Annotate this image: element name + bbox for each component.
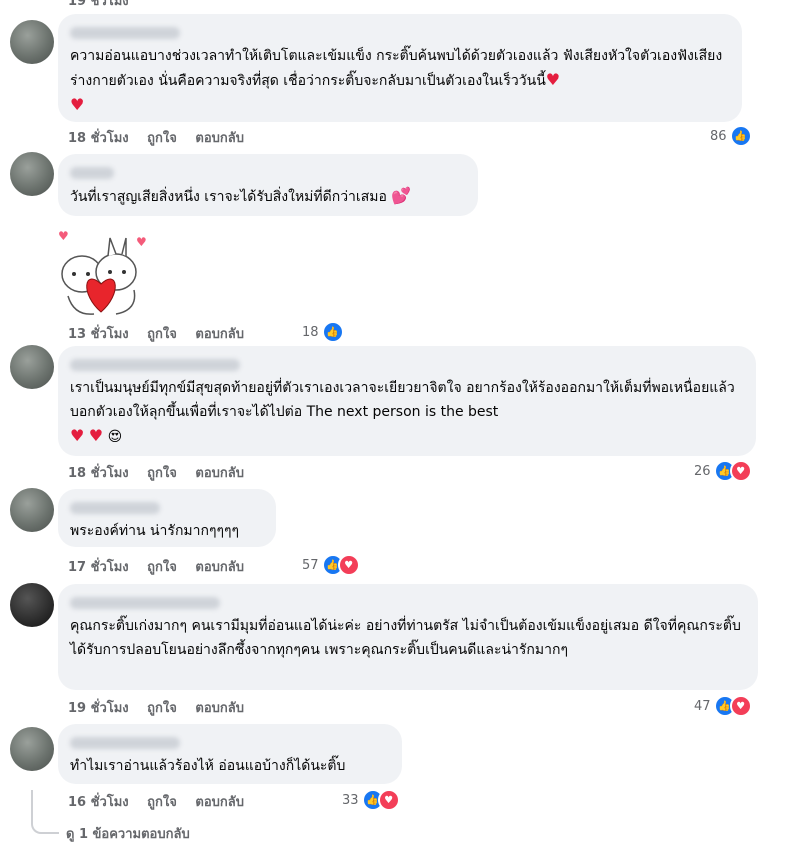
reaction-summary[interactable]: 33 👍 ♥ (342, 789, 400, 811)
comment-bubble: คุณกระติ๊บเก่งมากๆ คนเรามีมุมที่อ่อนแอได… (58, 584, 758, 690)
reply-button[interactable]: ตอบกลับ (195, 560, 244, 575)
like-button[interactable]: ถูกใจ (147, 560, 177, 575)
comment-text: ความอ่อนแอบางช่วงเวลาทำให้เติบโตและเข้มแ… (70, 48, 723, 114)
svg-text:♥: ♥ (58, 229, 69, 243)
love-reaction-icon: ♥ (729, 460, 752, 482)
view-replies-link[interactable]: ดู 1 ข้อความตอบกลับ (66, 823, 190, 844)
timestamp[interactable]: 13 ชั่วโมง (68, 327, 129, 342)
like-button[interactable]: ถูกใจ (147, 327, 177, 342)
comment-actions: 16 ชั่วโมง ถูกใจ ตอบกลับ (68, 791, 258, 812)
svg-text:♥: ♥ (136, 235, 147, 249)
timestamp[interactable]: 19 ชั่วโมง (68, 701, 129, 716)
bunny-heart-sticker: ♥ ♥ (58, 229, 147, 315)
reaction-summary[interactable]: 26 👍 ♥ (694, 460, 752, 482)
avatar[interactable] (10, 152, 54, 196)
timestamp[interactable]: 18 ชั่วโมง (68, 466, 129, 481)
like-reaction-icon: 👍 (729, 125, 752, 147)
heart-emoji-icon: ♥ (545, 70, 561, 89)
reaction-summary[interactable]: 18 👍 (302, 321, 344, 343)
comment-bubble: พระองค์ท่าน น่ารักมากๆๆๆๆ (58, 489, 276, 547)
author-name[interactable] (70, 499, 264, 514)
reply-button[interactable]: ตอบกลับ (195, 466, 244, 481)
thread-connector-line (31, 790, 59, 834)
heart-eyes-emoji-icon: 😍 (107, 429, 123, 445)
heart-emoji-icon: ♥ (88, 426, 104, 445)
timestamp[interactable]: 17 ชั่วโมง (68, 560, 129, 575)
author-name[interactable] (70, 356, 744, 371)
like-button[interactable]: ถูกใจ (147, 795, 177, 810)
avatar[interactable] (10, 583, 54, 627)
comment-bubble: ความอ่อนแอบางช่วงเวลาทำให้เติบโตและเข้มแ… (58, 14, 742, 122)
author-name[interactable] (70, 24, 730, 39)
comment-actions: 19 ชั่วโมง ถูกใจ ตอบกลับ (68, 697, 258, 718)
comment-text: พระองค์ท่าน น่ารักมากๆๆๆๆ (70, 523, 240, 539)
author-name[interactable] (70, 164, 466, 179)
reaction-summary[interactable]: 47 👍 ♥ (694, 695, 752, 717)
author-name[interactable] (70, 594, 746, 609)
two-hearts-icon: 💕 (391, 186, 412, 205)
comment-text: เราเป็นมนุษย์มีทุกข์มีสุขสุดท้ายอยู่ที่ต… (70, 380, 735, 445)
reply-button[interactable]: ตอบกลับ (195, 327, 244, 342)
comment-actions: 18 ชั่วโมง ถูกใจ ตอบกลับ (68, 127, 258, 148)
previous-comment-meta: 19 ชั่วโมง (68, 0, 129, 9)
like-button[interactable]: ถูกใจ (147, 701, 177, 716)
avatar[interactable] (10, 20, 54, 64)
love-reaction-icon: ♥ (337, 554, 360, 576)
love-reaction-icon: ♥ (729, 695, 752, 717)
like-reaction-icon: 👍 (321, 321, 344, 343)
comment-bubble: ทำไมเราอ่านแล้วร้องไห้ อ่อนแอบ้างก็ได้นะ… (58, 724, 402, 784)
comment-actions: 17 ชั่วโมง ถูกใจ ตอบกลับ (68, 556, 258, 577)
avatar[interactable] (10, 488, 54, 532)
comment-bubble: วันที่เราสูญเสียสิ่งหนึ่ง เราจะได้รับสิ่… (58, 154, 478, 216)
reply-button[interactable]: ตอบกลับ (195, 701, 244, 716)
reply-button[interactable]: ตอบกลับ (195, 795, 244, 810)
avatar[interactable] (10, 727, 54, 771)
comment-text: วันที่เราสูญเสียสิ่งหนึ่ง เราจะได้รับสิ่… (70, 186, 412, 205)
comment-actions: 13 ชั่วโมง ถูกใจ ตอบกลับ (68, 323, 258, 344)
comment-actions: 18 ชั่วโมง ถูกใจ ตอบกลับ (68, 462, 258, 483)
timestamp[interactable]: 16 ชั่วโมง (68, 795, 129, 810)
comment-text: คุณกระติ๊บเก่งมากๆ คนเรามีมุมที่อ่อนแอได… (70, 618, 741, 658)
avatar[interactable] (10, 345, 54, 389)
reply-button[interactable]: ตอบกลับ (195, 131, 244, 146)
heart-emoji-icon: ♥ (70, 95, 85, 114)
like-button[interactable]: ถูกใจ (147, 131, 177, 146)
author-name[interactable] (70, 734, 390, 749)
timestamp[interactable]: 18 ชั่วโมง (68, 131, 129, 146)
heart-emoji-icon: ♥ (70, 426, 85, 445)
reaction-summary[interactable]: 86 👍 (710, 125, 752, 147)
comment-bubble: เราเป็นมนุษย์มีทุกข์มีสุขสุดท้ายอยู่ที่ต… (58, 346, 756, 456)
love-reaction-icon: ♥ (377, 789, 400, 811)
comment-text: ทำไมเราอ่านแล้วร้องไห้ อ่อนแอบ้างก็ได้นะ… (70, 758, 346, 774)
like-button[interactable]: ถูกใจ (147, 466, 177, 481)
reaction-summary[interactable]: 57 👍 ♥ (302, 554, 360, 576)
